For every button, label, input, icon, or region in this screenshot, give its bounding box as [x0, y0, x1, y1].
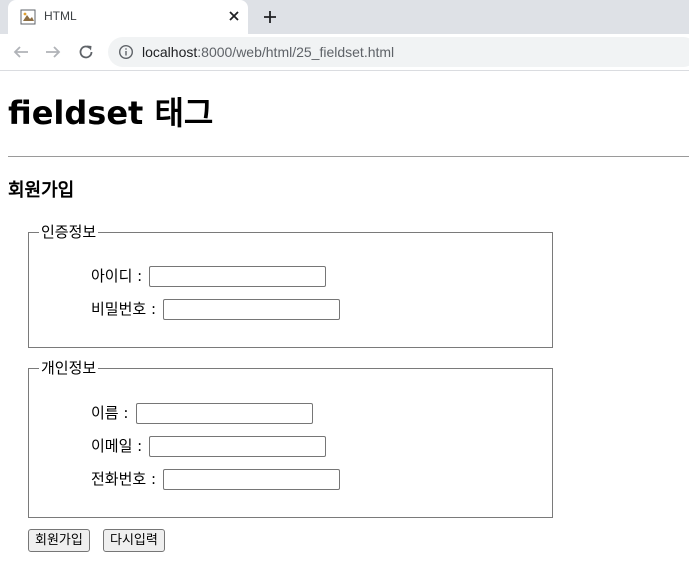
back-arrow-icon[interactable]	[12, 43, 30, 61]
url-host: localhost	[142, 44, 198, 60]
reload-icon[interactable]	[77, 43, 95, 61]
plus-icon[interactable]	[261, 8, 279, 26]
page-content: fieldset 태그 회원가입 인증정보 아이디 : 비밀번호 : 개인정보 …	[0, 71, 689, 582]
email-input[interactable]	[149, 435, 327, 457]
field-row-phone: 전화번호 :	[91, 468, 341, 490]
signup-button[interactable]: 회원가입	[28, 529, 90, 552]
fieldset-personal-info: 개인정보 이름 : 이메일 : 전화번호 :	[28, 358, 553, 518]
tab-title: HTML	[44, 9, 77, 23]
phone-input[interactable]	[163, 468, 341, 490]
email-label: 이메일 :	[91, 437, 143, 455]
url-path: :8000/web/html/25_fieldset.html	[197, 44, 395, 60]
password-input[interactable]	[163, 298, 341, 320]
id-label: 아이디 :	[91, 267, 143, 285]
fieldset-auth-info: 인증정보 아이디 : 비밀번호 :	[28, 222, 553, 348]
field-row-name: 이름 :	[91, 402, 313, 424]
close-icon[interactable]	[226, 8, 242, 24]
field-row-id: 아이디 :	[91, 265, 327, 287]
field-row-email: 이메일 :	[91, 435, 327, 457]
info-icon[interactable]	[118, 44, 134, 60]
password-label: 비밀번호 :	[91, 300, 157, 318]
url-text: localhost:8000/web/html/25_fieldset.html	[142, 44, 394, 60]
reset-button[interactable]: 다시입력	[103, 529, 165, 552]
page-title: fieldset 태그	[8, 94, 214, 132]
legend-auth-info: 인증정보	[39, 222, 99, 242]
name-label: 이름 :	[91, 404, 129, 422]
field-row-password: 비밀번호 :	[91, 298, 341, 320]
address-bar[interactable]: localhost:8000/web/html/25_fieldset.html	[108, 37, 689, 67]
id-input[interactable]	[149, 265, 327, 287]
section-title: 회원가입	[8, 180, 75, 201]
phone-label: 전화번호 :	[91, 470, 157, 488]
tab-strip: HTML	[0, 0, 689, 34]
browser-tab[interactable]: HTML	[8, 0, 248, 34]
legend-personal-info: 개인정보	[39, 358, 99, 378]
horizontal-rule	[8, 156, 689, 157]
html-file-icon	[20, 9, 36, 25]
name-input[interactable]	[135, 402, 313, 424]
forward-arrow-icon[interactable]	[44, 43, 62, 61]
browser-toolbar: localhost:8000/web/html/25_fieldset.html	[0, 34, 689, 71]
